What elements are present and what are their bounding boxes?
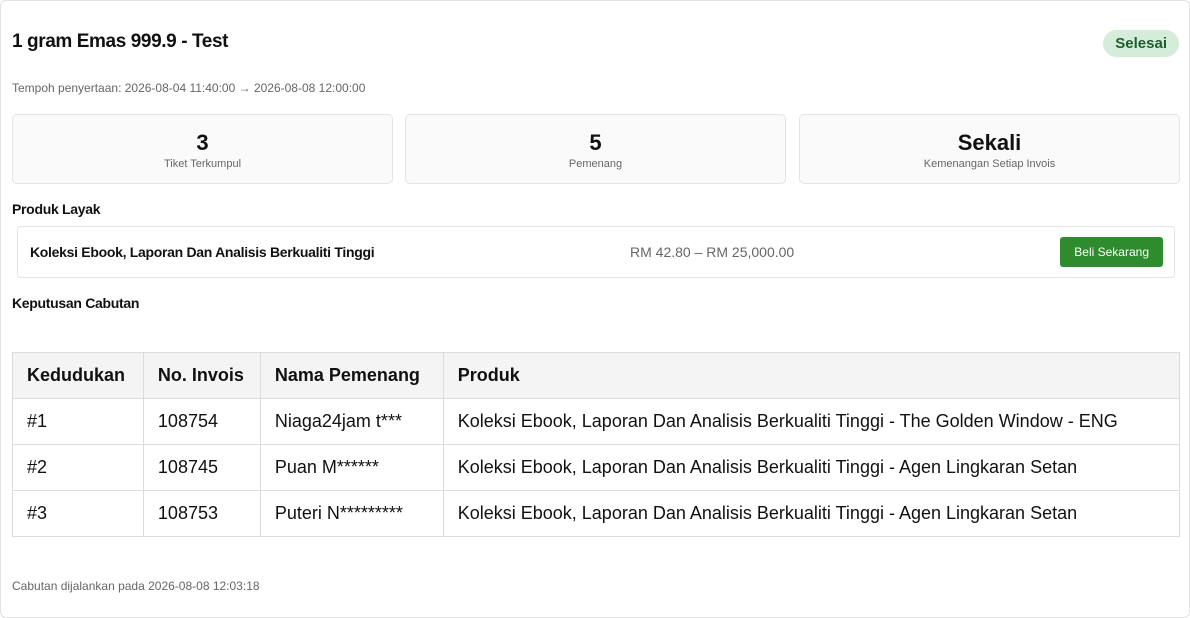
draw-timestamp-note: Cabutan dijalankan pada 2026-08-08 12:03… xyxy=(12,579,260,593)
column-header-invoice: No. Invois xyxy=(142,352,261,399)
stat-wins-per-invoice: Sekali Kemenangan Setiap Invois xyxy=(799,114,1180,184)
eligible-products-heading: Produk Layak xyxy=(12,201,101,217)
stat-label: Pemenang xyxy=(568,158,623,170)
stat-label: Tiket Terkumpul xyxy=(163,158,242,170)
table-row: #3 108753 Puteri N********* Koleksi Eboo… xyxy=(12,490,1181,537)
stat-label: Kemenangan Setiap Invois xyxy=(923,158,1056,170)
stat-value: Sekali xyxy=(957,130,1022,155)
draw-result-card: 1 gram Emas 999.9 - Test Selesai Tempoh … xyxy=(0,0,1190,618)
column-header-product: Produk xyxy=(442,352,1181,399)
cell-product: Koleksi Ebook, Laporan Dan Analisis Berk… xyxy=(442,398,1181,445)
cell-invoice: 108753 xyxy=(142,490,261,537)
cell-invoice: 108745 xyxy=(142,444,261,491)
cell-rank: #3 xyxy=(12,490,144,537)
cell-rank: #2 xyxy=(12,444,144,491)
buy-now-button[interactable]: Beli Sekarang xyxy=(1060,237,1163,267)
table-row: #1 108754 Niaga24jam t*** Koleksi Ebook,… xyxy=(12,398,1181,445)
column-header-rank: Kedudukan xyxy=(12,352,144,399)
status-badge: Selesai xyxy=(1103,30,1179,57)
stat-winners: 5 Pemenang xyxy=(405,114,786,184)
column-header-winner: Nama Pemenang xyxy=(259,352,444,399)
participation-period: Tempoh penyertaan: 2026-08-04 11:40:00 →… xyxy=(12,81,366,95)
product-name: Koleksi Ebook, Laporan Dan Analisis Berk… xyxy=(30,244,375,260)
cell-winner: Puan M****** xyxy=(259,444,444,491)
product-price-range: RM 42.80 – RM 25,000.00 xyxy=(630,244,795,260)
stat-value: 5 xyxy=(589,130,602,155)
page-title: 1 gram Emas 999.9 - Test xyxy=(12,31,229,52)
cell-winner: Niaga24jam t*** xyxy=(259,398,444,445)
cell-rank: #1 xyxy=(12,398,144,445)
cell-winner: Puteri N********* xyxy=(259,490,444,537)
stat-value: 3 xyxy=(196,130,209,155)
cell-product: Koleksi Ebook, Laporan Dan Analisis Berk… xyxy=(442,490,1181,537)
stat-tickets-collected: 3 Tiket Terkumpul xyxy=(12,114,393,184)
eligible-product-row: Koleksi Ebook, Laporan Dan Analisis Berk… xyxy=(17,226,1175,278)
draw-results-heading: Keputusan Cabutan xyxy=(12,295,140,311)
table-header-row: Kedudukan No. Invois Nama Pemenang Produ… xyxy=(12,352,1181,399)
results-table: Kedudukan No. Invois Nama Pemenang Produ… xyxy=(12,352,1181,537)
cell-product: Koleksi Ebook, Laporan Dan Analisis Berk… xyxy=(442,444,1181,491)
table-row: #2 108745 Puan M****** Koleksi Ebook, La… xyxy=(12,444,1181,491)
cell-invoice: 108754 xyxy=(142,398,261,445)
